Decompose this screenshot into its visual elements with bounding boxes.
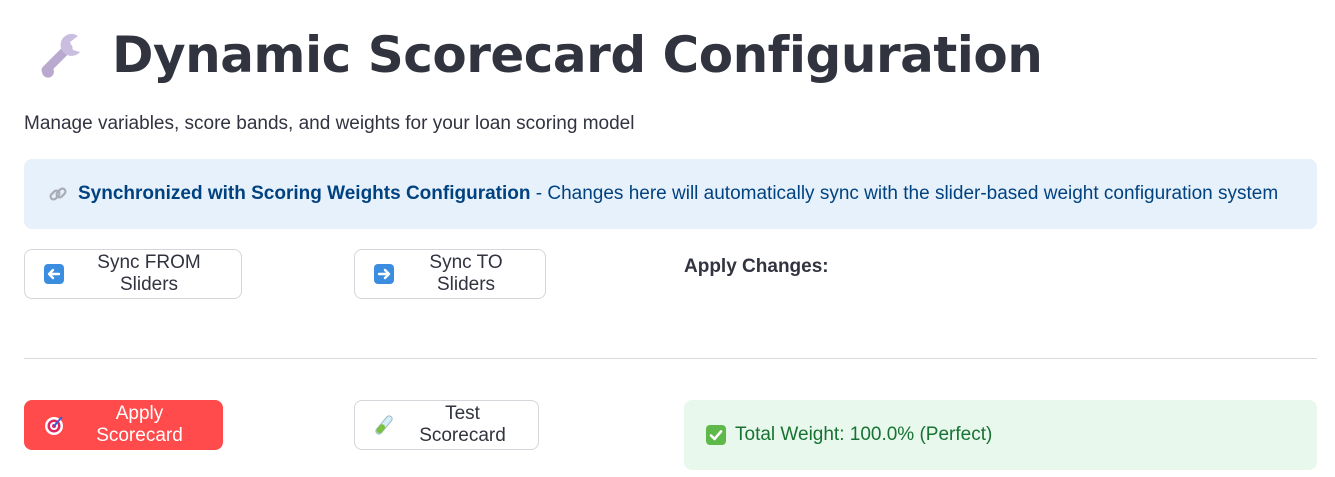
sync-to-sliders-button[interactable]: Sync TO Sliders: [354, 249, 546, 299]
check-box-icon: [706, 425, 726, 445]
right-arrow-icon: [373, 263, 395, 285]
divider: [24, 358, 1317, 359]
info-text: Synchronized with Scoring Weights Config…: [78, 183, 1278, 205]
header: Dynamic Scorecard Configuration: [32, 22, 1043, 88]
page-subtitle: Manage variables, score bands, and weigh…: [24, 113, 635, 134]
wrench-icon: [32, 26, 90, 84]
page-title: Dynamic Scorecard Configuration: [112, 26, 1043, 84]
target-icon: [43, 414, 65, 436]
total-weight-text: Total Weight: 100.0% (Perfect): [735, 424, 993, 445]
apply-scorecard-label: Apply Scorecard: [96, 403, 183, 446]
test-scorecard-label: Test Scorecard: [419, 403, 506, 446]
sync-from-sliders-button[interactable]: Sync FROM Sliders: [24, 249, 242, 299]
total-weight-status: Total Weight: 100.0% (Perfect): [684, 400, 1317, 470]
test-tube-icon: [373, 414, 395, 436]
info-detail-text: - Changes here will automatically sync w…: [530, 183, 1279, 204]
sync-info-banner: Synchronized with Scoring Weights Config…: [24, 159, 1317, 229]
apply-changes-label: Apply Changes:: [684, 256, 829, 277]
link-icon: [48, 184, 68, 204]
sync-from-label: Sync FROM Sliders: [97, 252, 201, 295]
left-arrow-icon: [43, 263, 65, 285]
apply-scorecard-button[interactable]: Apply Scorecard: [24, 400, 223, 450]
sync-to-label: Sync TO Sliders: [429, 252, 503, 295]
info-bold-text: Synchronized with Scoring Weights Config…: [78, 183, 531, 204]
test-scorecard-button[interactable]: Test Scorecard: [354, 400, 539, 450]
